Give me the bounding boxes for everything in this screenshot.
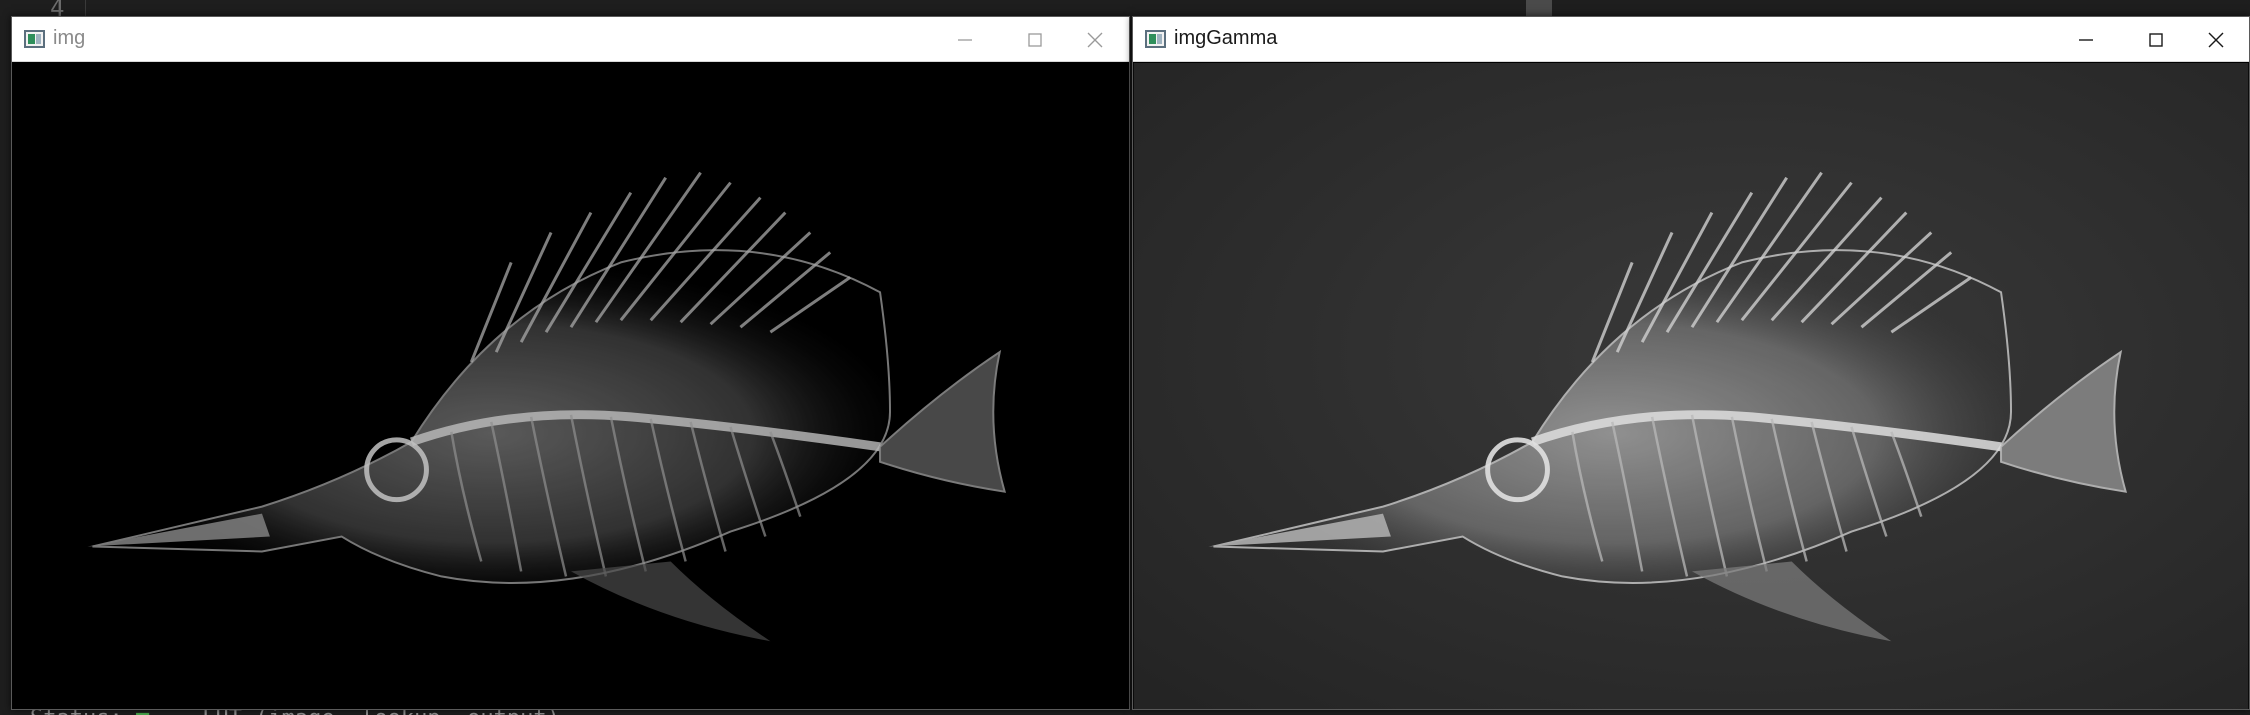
fish-skeleton-image xyxy=(12,63,1129,709)
minimize-icon xyxy=(958,38,972,41)
image-window-imggamma[interactable]: imgGamma xyxy=(1132,16,2250,710)
window-title: img xyxy=(53,27,86,49)
opencv-window-icon xyxy=(1145,30,1166,48)
window-titlebar[interactable]: img xyxy=(12,17,1129,62)
window-title: imgGamma xyxy=(1174,27,1278,49)
close-button[interactable] xyxy=(2181,17,2250,62)
minimize-icon xyxy=(2079,38,2093,41)
close-icon xyxy=(2208,32,2224,47)
window-titlebar[interactable]: imgGamma xyxy=(1133,17,2249,62)
image-canvas xyxy=(1133,63,2249,709)
minimize-button[interactable] xyxy=(930,17,1000,62)
image-window-img[interactable]: img xyxy=(11,16,1130,710)
maximize-icon xyxy=(2149,32,2163,47)
close-button[interactable] xyxy=(1060,17,1130,62)
image-canvas xyxy=(12,63,1129,709)
fish-skeleton-image-gamma xyxy=(1133,63,2249,709)
close-icon xyxy=(1087,32,1103,47)
maximize-icon xyxy=(1028,32,1042,47)
minimize-button[interactable] xyxy=(2051,17,2121,62)
editor-scrollbar[interactable] xyxy=(1526,0,1552,16)
opencv-window-icon xyxy=(24,30,45,48)
